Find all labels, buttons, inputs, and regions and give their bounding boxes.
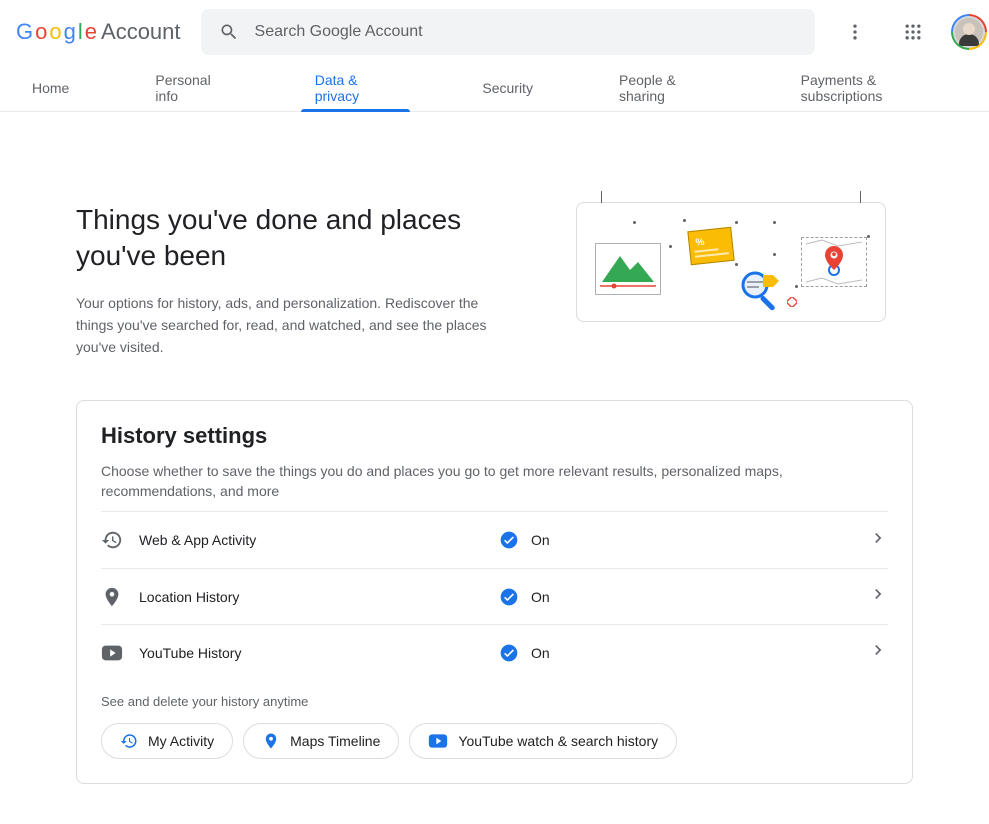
tab-payments-subscriptions[interactable]: Payments & subscriptions [775, 64, 971, 111]
chip-label: YouTube watch & search history [458, 733, 658, 749]
youtube-icon [428, 733, 448, 749]
nav-tabs: Home Personal info Data & privacy Securi… [0, 64, 989, 112]
illus-tag-icon [761, 273, 781, 289]
page-intro: Things you've done and places you've bee… [76, 202, 913, 358]
page-subtitle: Your options for history, ads, and perso… [76, 292, 516, 358]
history-rows: Web & App Activity On Location History O… [101, 511, 888, 680]
row-status-text: On [531, 645, 550, 661]
illus-diamond-icon [787, 297, 797, 307]
pin-icon [262, 732, 280, 750]
pin-icon [101, 586, 139, 608]
illus-image-card [595, 243, 661, 295]
logo-product-label: Account [101, 19, 181, 45]
chip-maps-timeline[interactable]: Maps Timeline [243, 723, 399, 759]
header-actions [835, 12, 987, 52]
vertical-dots-icon [845, 22, 865, 42]
search-icon [219, 22, 239, 42]
page-content: Things you've done and places you've bee… [0, 112, 989, 824]
row-label: Web & App Activity [139, 532, 499, 548]
page-title: Things you've done and places you've bee… [76, 202, 516, 274]
chevron-right-icon [868, 584, 888, 609]
illus-coupon-card: % [687, 227, 734, 265]
tab-data-privacy[interactable]: Data & privacy [289, 64, 423, 111]
tab-personal-info[interactable]: Personal info [129, 64, 254, 111]
check-circle-icon [499, 587, 519, 607]
illus-map-card [801, 237, 867, 287]
tab-security[interactable]: Security [456, 64, 559, 111]
row-label: Location History [139, 589, 499, 605]
row-status: On [499, 530, 550, 550]
row-status: On [499, 643, 550, 663]
hero-illustration: % [576, 202, 886, 322]
apps-grid-icon [903, 22, 923, 42]
history-settings-card: History settings Choose whether to save … [76, 400, 913, 784]
check-circle-icon [499, 643, 519, 663]
google-account-logo[interactable]: Google Account [16, 19, 181, 45]
chevron-right-icon [868, 528, 888, 553]
row-label: YouTube History [139, 645, 499, 661]
row-youtube-history[interactable]: YouTube History On [101, 624, 888, 680]
shortcut-chips: My Activity Maps Timeline YouTube watch … [101, 723, 888, 759]
tab-home[interactable]: Home [18, 64, 95, 111]
chevron-right-icon [868, 640, 888, 665]
chip-youtube-history[interactable]: YouTube watch & search history [409, 723, 677, 759]
header: Google Account [0, 0, 989, 64]
chip-my-activity[interactable]: My Activity [101, 723, 233, 759]
account-avatar[interactable] [951, 14, 987, 50]
history-icon [101, 529, 139, 551]
search-input[interactable] [255, 23, 797, 41]
card-footnote: See and delete your history anytime [101, 694, 888, 709]
row-status: On [499, 587, 550, 607]
chip-label: Maps Timeline [290, 733, 380, 749]
youtube-icon [101, 644, 139, 662]
more-options-button[interactable] [835, 12, 875, 52]
tab-people-sharing[interactable]: People & sharing [593, 64, 741, 111]
history-icon [120, 732, 138, 750]
card-description: Choose whether to save the things you do… [101, 461, 888, 501]
row-status-text: On [531, 532, 550, 548]
row-location-history[interactable]: Location History On [101, 568, 888, 624]
search-bar[interactable] [201, 9, 815, 55]
avatar-inner [955, 18, 983, 46]
google-apps-button[interactable] [893, 12, 933, 52]
row-web-app-activity[interactable]: Web & App Activity On [101, 512, 888, 568]
chip-label: My Activity [148, 733, 214, 749]
card-title: History settings [101, 423, 888, 449]
check-circle-icon [499, 530, 519, 550]
row-status-text: On [531, 589, 550, 605]
